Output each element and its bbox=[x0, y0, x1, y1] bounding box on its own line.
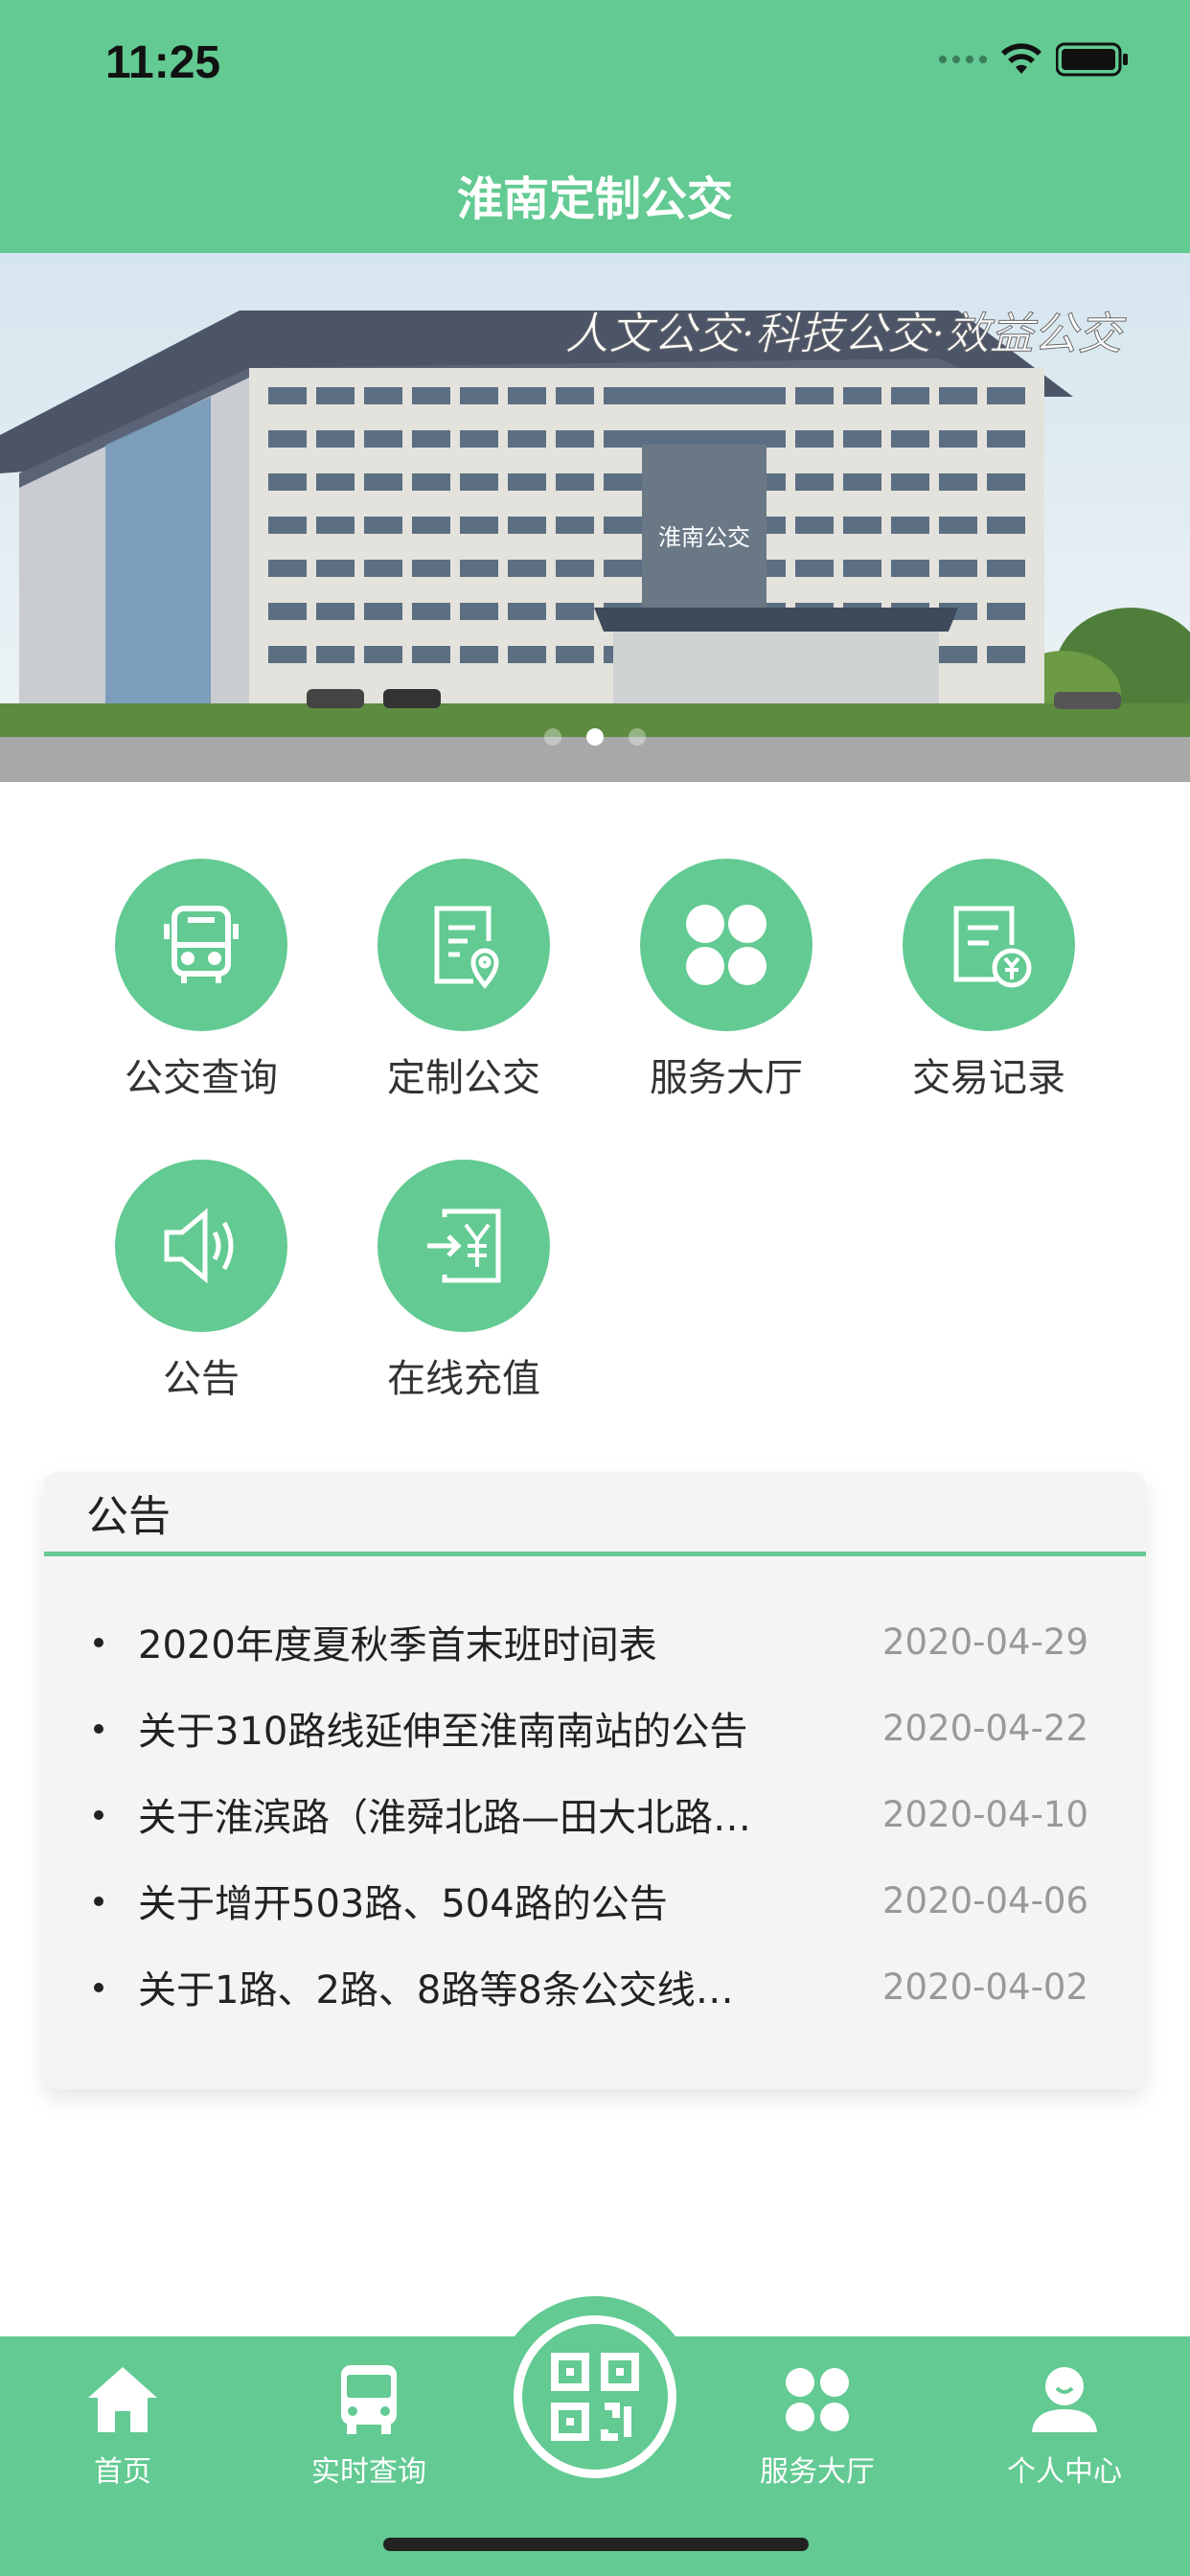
battery-icon bbox=[1056, 42, 1128, 77]
menu-item-announcement[interactable]: 公告 bbox=[86, 1160, 316, 1403]
banner-dot[interactable] bbox=[629, 728, 646, 746]
menu-item-transactions[interactable]: 交易记录 bbox=[874, 859, 1104, 1102]
menu-label: 在线充值 bbox=[387, 1357, 540, 1401]
tab-profile[interactable]: 个人中心 bbox=[969, 2352, 1160, 2490]
notice-item[interactable]: 2020年度夏秋季首末班时间表 2020-04-29 bbox=[44, 1598, 1146, 1685]
banner-slogan: 人文公交·科技公交·效益公交 bbox=[564, 308, 1126, 359]
receipt-yuan-icon bbox=[953, 906, 1032, 988]
tab-label: 首页 bbox=[94, 2455, 151, 2489]
notice-date: 2020-04-22 bbox=[881, 1707, 1088, 1749]
status-time: 11:25 bbox=[105, 37, 221, 88]
notice-item[interactable]: 关于增开503路、504路的公告 2020-04-06 bbox=[44, 1857, 1146, 1944]
menu-item-custom-bus[interactable]: 定制公交 bbox=[349, 859, 579, 1102]
bullet-icon bbox=[94, 1897, 103, 1906]
notice-item[interactable]: 关于310路线延伸至淮南南站的公告 2020-04-22 bbox=[44, 1685, 1146, 1771]
menu-item-recharge[interactable]: 在线充值 bbox=[349, 1160, 579, 1403]
banner-dot[interactable] bbox=[544, 728, 561, 746]
status-icons bbox=[939, 42, 1129, 77]
tab-label: 实时查询 bbox=[311, 2455, 426, 2489]
menu-item-bus-query[interactable]: 公交查询 bbox=[86, 859, 316, 1102]
page-title: 淮南定制公交 bbox=[456, 172, 733, 226]
notice-title: 2020年度夏秋季首末班时间表 bbox=[138, 1623, 657, 1668]
bullet-icon bbox=[94, 1810, 103, 1820]
building-sign: 淮南公交 bbox=[658, 524, 750, 551]
recharge-yuan-icon bbox=[427, 1208, 501, 1283]
notice-list: 2020年度夏秋季首末班时间表 2020-04-29 关于310路线延伸至淮南南… bbox=[44, 1556, 1146, 2030]
qr-code-button[interactable] bbox=[494, 2296, 696, 2497]
notice-title: 关于1路、2路、8路等8条公交线… bbox=[138, 1968, 734, 2012]
menu-label: 服务大厅 bbox=[650, 1056, 803, 1100]
home-icon bbox=[88, 2367, 157, 2432]
four-dots-icon bbox=[686, 905, 767, 985]
notice-item[interactable]: 关于淮滨路（淮舜北路—田大北路… 2020-04-10 bbox=[44, 1771, 1146, 1857]
menu-item-service-hall[interactable]: 服务大厅 bbox=[611, 859, 841, 1102]
wifi-icon bbox=[1001, 43, 1041, 74]
notice-date: 2020-04-29 bbox=[881, 1621, 1088, 1663]
notice-date: 2020-04-02 bbox=[881, 1966, 1088, 2008]
notice-title: 关于淮滨路（淮舜北路—田大北路… bbox=[138, 1796, 751, 1840]
bus-icon bbox=[341, 2365, 397, 2434]
qr-code-icon bbox=[551, 2353, 639, 2441]
banner-pagination[interactable] bbox=[0, 728, 1190, 746]
document-location-icon bbox=[434, 906, 499, 989]
banner-dot-active[interactable] bbox=[586, 728, 604, 746]
bus-icon bbox=[164, 906, 239, 983]
bullet-icon bbox=[94, 1638, 103, 1647]
tab-label: 服务大厅 bbox=[760, 2455, 875, 2489]
notice-item[interactable]: 关于1路、2路、8路等8条公交线… 2020-04-02 bbox=[44, 1944, 1146, 2030]
notice-card: 公告 2020年度夏秋季首末班时间表 2020-04-29 关于310路线延伸至… bbox=[44, 1472, 1146, 2089]
tab-home[interactable]: 首页 bbox=[27, 2352, 218, 2490]
notice-heading: 公告 bbox=[44, 1472, 1146, 1556]
user-icon bbox=[1032, 2367, 1097, 2432]
menu-label: 公交查询 bbox=[125, 1056, 278, 1100]
bullet-icon bbox=[94, 1724, 103, 1734]
bullet-icon bbox=[94, 1983, 103, 1992]
notice-date: 2020-04-06 bbox=[881, 1879, 1088, 1921]
menu-label: 公告 bbox=[163, 1357, 240, 1401]
notice-title: 关于增开503路、504路的公告 bbox=[138, 1882, 668, 1926]
bus-company-building-image: 淮南公交 人文公交·科技公交·效益公交 bbox=[0, 253, 1190, 782]
home-indicator[interactable] bbox=[383, 2538, 809, 2551]
notice-date: 2020-04-10 bbox=[881, 1793, 1088, 1835]
tab-realtime-query[interactable]: 实时查询 bbox=[273, 2352, 465, 2490]
four-dots-icon bbox=[786, 2368, 849, 2431]
cellular-signal-icon bbox=[939, 56, 987, 63]
menu-label: 定制公交 bbox=[387, 1056, 540, 1100]
notice-title: 关于310路线延伸至淮南南站的公告 bbox=[138, 1710, 748, 1754]
tab-label: 个人中心 bbox=[1007, 2455, 1122, 2489]
tab-service-hall[interactable]: 服务大厅 bbox=[721, 2352, 913, 2490]
menu-label: 交易记录 bbox=[912, 1056, 1065, 1100]
banner-carousel[interactable]: 淮南公交 人文公交·科技公交·效益公交 bbox=[0, 253, 1190, 782]
header-bar: 11:25 淮南定制公交 bbox=[0, 0, 1190, 253]
speaker-icon bbox=[164, 1208, 234, 1284]
